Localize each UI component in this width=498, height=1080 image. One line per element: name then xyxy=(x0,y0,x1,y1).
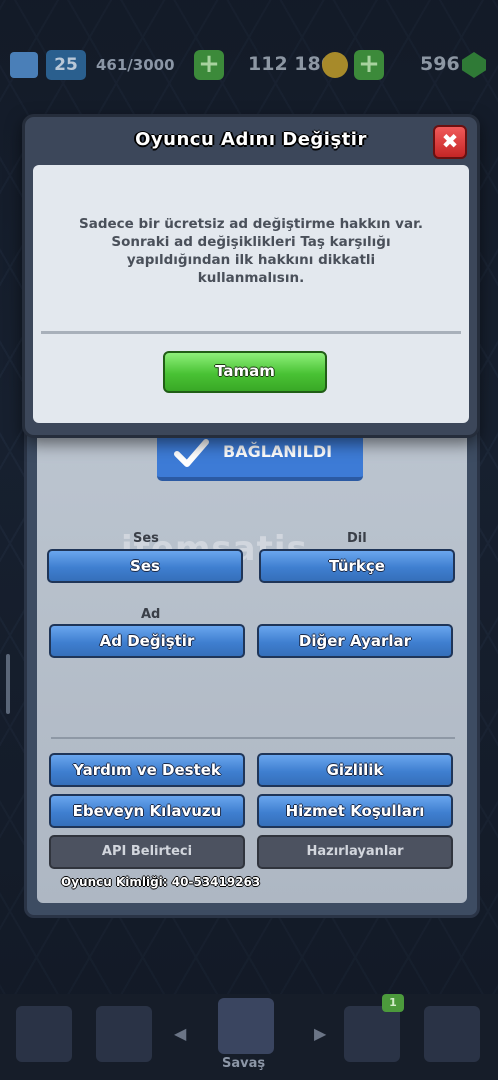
add-gold-button[interactable]: + xyxy=(354,50,384,80)
gems-amount: 596 xyxy=(420,53,460,75)
name-section-label: Ad xyxy=(141,607,161,622)
language-section-label: Dil xyxy=(347,531,367,546)
side-scroll-handle[interactable] xyxy=(6,654,10,714)
change-name-button[interactable]: Ad Değiştir xyxy=(49,624,245,658)
player-id-text: Oyuncu Kimliği: 40-53419263 xyxy=(61,875,261,889)
settings-divider xyxy=(51,737,455,739)
clan-notification-badge: 1 xyxy=(382,994,404,1012)
dialog-divider xyxy=(41,331,461,334)
api-token-button[interactable]: API Belirteci xyxy=(49,835,245,869)
parents-guide-button[interactable]: Ebeveyn Kılavuzu xyxy=(49,794,245,828)
dialog-message: Sadece bir ücretsiz ad değiştirme hakkın… xyxy=(79,216,423,286)
close-button[interactable]: ✖ xyxy=(433,125,467,159)
level-badge: 25 xyxy=(46,50,86,80)
dialog-title: Oyuncu Adını Değiştir xyxy=(135,129,367,150)
checkmark-icon xyxy=(174,439,209,467)
gold-coin-icon xyxy=(322,52,348,78)
terms-of-service-button[interactable]: Hizmet Koşulları xyxy=(257,794,453,828)
nav-events-icon[interactable] xyxy=(424,1006,480,1062)
add-xp-button[interactable]: + xyxy=(194,50,224,80)
sound-button[interactable]: Ses xyxy=(47,549,243,583)
nav-battle-label: Savaş xyxy=(222,1056,266,1071)
xp-progress-text: 461/3000 xyxy=(96,56,175,74)
sound-section-label: Ses xyxy=(133,531,159,546)
language-button[interactable]: Türkçe xyxy=(259,549,455,583)
dialog-body: Sadece bir ücretsiz ad değiştirme hakkın… xyxy=(33,165,469,423)
nav-battle-icon[interactable] xyxy=(218,998,274,1054)
settings-panel-body: BAĞLANILDI itemsatis Ses Dil Ses Türkçe … xyxy=(37,411,467,903)
nav-clan-icon[interactable] xyxy=(344,1006,400,1062)
other-settings-button[interactable]: Diğer Ayarlar xyxy=(257,624,453,658)
gem-icon xyxy=(462,52,486,78)
change-name-dialog: Oyuncu Adını Değiştir ✖ Sadece bir ücret… xyxy=(22,114,480,438)
help-support-button[interactable]: Yardım ve Destek xyxy=(49,753,245,787)
privacy-button[interactable]: Gizlilik xyxy=(257,753,453,787)
credits-button[interactable]: Hazırlayanlar xyxy=(257,835,453,869)
nav-left-arrow-icon[interactable]: ◀ xyxy=(174,1024,186,1043)
settings-panel: BAĞLANILDI itemsatis Ses Dil Ses Türkçe … xyxy=(24,400,480,918)
nav-shop-icon[interactable] xyxy=(16,1006,72,1062)
connected-label: BAĞLANILDI xyxy=(223,442,333,461)
profile-icon[interactable] xyxy=(10,52,38,78)
nav-cards-icon[interactable] xyxy=(96,1006,152,1062)
bottom-navigation: ◀ Savaş ▶ 1 xyxy=(0,994,498,1080)
nav-right-arrow-icon[interactable]: ▶ xyxy=(314,1024,326,1043)
top-resource-bar: 25 461/3000 + 112 186 + 596 xyxy=(0,40,498,92)
ok-button[interactable]: Tamam xyxy=(163,351,327,393)
